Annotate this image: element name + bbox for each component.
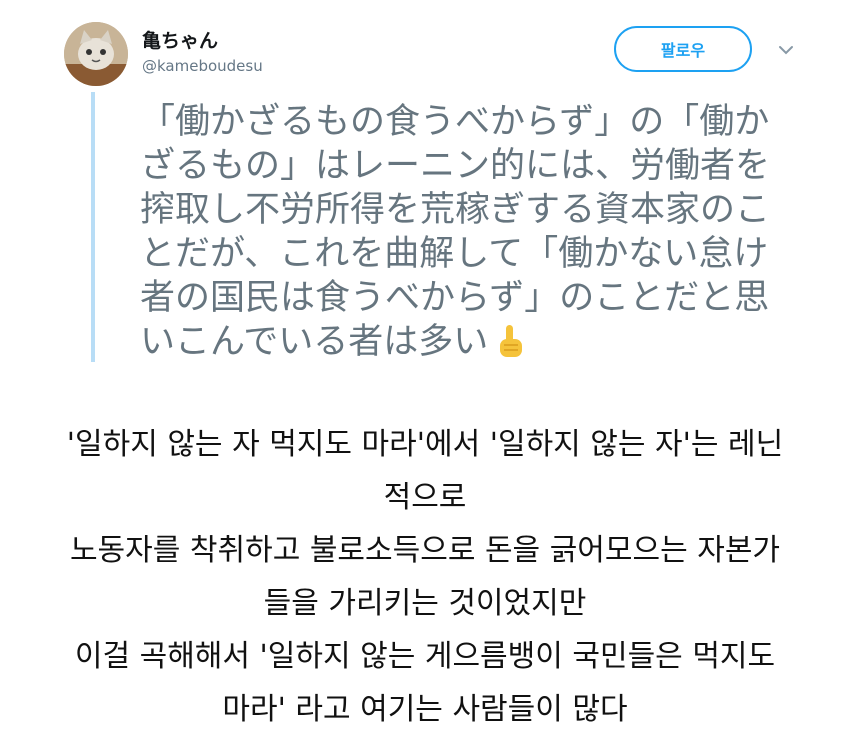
follow-button[interactable]: 팔로우: [614, 26, 752, 72]
tweet-text-line: ざるもの」はレーニン的には、労働者を: [140, 146, 771, 186]
chevron-down-icon[interactable]: [774, 38, 798, 62]
tweet-text-line-last: いこんでいる者は多い: [140, 320, 790, 364]
tweet-text-line: いこんでいる者は多い: [140, 322, 489, 362]
caption-line: 들을 가리키는 것이었지만: [263, 586, 587, 621]
display-name[interactable]: 亀ちゃん: [142, 26, 218, 53]
avatar[interactable]: [64, 22, 128, 86]
quote-bar: [91, 92, 95, 362]
korean-caption: '일하지 않는 자 먹지도 마라'에서 '일하지 않는 자'는 레닌 적으로 노…: [0, 418, 850, 736]
user-handle[interactable]: @kameboudesu: [142, 57, 263, 75]
tweet-text: 「働かざるもの食うべからず」の「働か ざるもの」はレーニン的には、労働者を 搾取…: [140, 100, 790, 364]
pointing-up-emoji-icon: [494, 323, 526, 359]
tweet-text-line: 者の国民は食うべからず」のことだと思: [140, 278, 770, 318]
follow-button-label: 팔로우: [660, 41, 706, 60]
caption-line: 적으로: [383, 480, 467, 515]
tweet-text-line: とだが、これを曲解して「働かない怠け: [140, 234, 769, 274]
tweet-text-line: 「働かざるもの食うべからず」の「働か: [140, 102, 770, 142]
caption-line: 마라' 라고 여기는 사람들이 많다: [222, 692, 628, 727]
caption-line: '일하지 않는 자 먹지도 마라'에서 '일하지 않는 자'는 레닌: [66, 427, 784, 462]
tweet-card: 亀ちゃん @kameboudesu 팔로우 「働かざるもの食うべからず」の「働か…: [0, 0, 850, 380]
tweet-text-line: 搾取し不労所得を荒稼ぎする資本家のこ: [140, 190, 771, 230]
caption-line: 이걸 곡해해서 '일하지 않는 게으름뱅이 국민들은 먹지도: [74, 639, 776, 674]
caption-line: 노동자를 착취하고 불로소득으로 돈을 긁어모으는 자본가: [69, 533, 781, 568]
